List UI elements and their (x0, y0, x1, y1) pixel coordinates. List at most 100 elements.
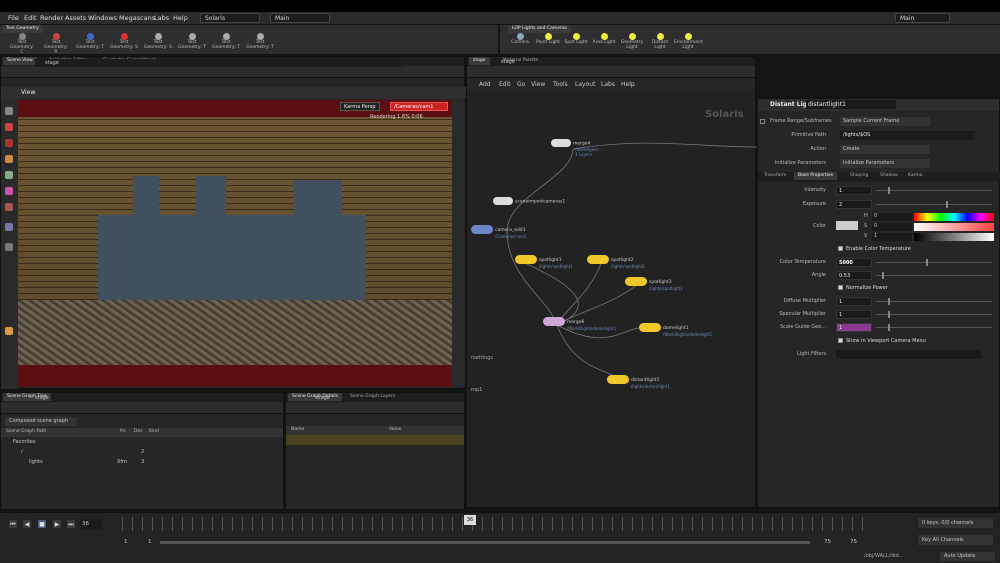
distant-light-node-icon[interactable] (607, 375, 629, 384)
node-rendersettings-label[interactable]: rsettings (471, 355, 493, 361)
start-frame[interactable]: 1 (124, 539, 128, 545)
playhead-marker[interactable]: 36 (464, 515, 476, 525)
tab-shadow[interactable]: Shadow (876, 172, 902, 180)
jump-start-icon[interactable]: ⏮ (8, 519, 18, 529)
stop-icon[interactable]: ■ (37, 519, 47, 529)
shelf-tool-environment-light[interactable]: Environment Light (674, 33, 703, 51)
node-distant-light[interactable]: distantlight1/lights/distantlight1 (607, 375, 670, 389)
shelf-tool-test-geometry[interactable]: Test Geometry: T (76, 33, 104, 51)
shelf-tool-geometry-light[interactable]: Geometry Light (618, 33, 646, 51)
snap-tool-icon[interactable] (5, 243, 13, 251)
transform-tool-icon[interactable] (5, 123, 13, 131)
tab-scene-graph-details[interactable]: Scene Graph Details (288, 393, 342, 401)
select-tool-icon[interactable] (5, 107, 13, 115)
diffuse-slider[interactable] (876, 298, 992, 305)
scale-guide-slider[interactable] (876, 324, 992, 331)
node-spotlight[interactable]: spotlight2/lights/spotlight2 (587, 255, 645, 269)
spotlight-node-icon[interactable] (587, 255, 609, 264)
sgt-path[interactable]: stage (35, 395, 49, 401)
exposure-slider[interactable] (876, 201, 992, 208)
tab-scene-view[interactable]: Scene View (3, 57, 37, 65)
end-frame[interactable]: 75 (850, 539, 857, 545)
step-back-icon[interactable]: ◀ (22, 519, 32, 529)
shelf-tool-test-geometry[interactable]: Test Geometry: T (178, 33, 206, 51)
light-filters-field[interactable] (836, 350, 981, 359)
auto-update-select[interactable]: Auto Update (940, 552, 995, 561)
shelf-tool-spot-light[interactable]: Spot Light (562, 33, 590, 46)
tab-transform[interactable]: Transform (760, 172, 790, 180)
camera-menu[interactable]: /Cameras/cam1 (390, 102, 448, 111)
node-spotlight[interactable]: spotlight3/lights/spotlight3 (625, 277, 683, 291)
shelf-tool-test-geometry[interactable]: Test Geometry: T (212, 33, 240, 51)
angle-field[interactable]: 0.53 (836, 271, 872, 280)
scene-tool-icon[interactable] (5, 327, 13, 335)
menu-edit[interactable]: Edit (24, 14, 37, 22)
initialize-select[interactable]: Initialize Parameters (840, 159, 930, 168)
diffuse-field[interactable]: 1 (836, 297, 872, 306)
hue-slider[interactable] (914, 213, 994, 221)
specular-field[interactable]: 1 (836, 310, 872, 319)
merge-node-icon[interactable] (543, 317, 565, 326)
current-frame-field[interactable]: 36 (80, 519, 102, 529)
shelf-tool-area-light[interactable]: Area Light (590, 33, 618, 46)
spotlight-node-icon[interactable] (625, 277, 647, 286)
show-viewport-checkbox[interactable] (838, 338, 843, 343)
intensity-field[interactable]: 1 (836, 186, 872, 195)
renderer-menu[interactable]: Karma Persp (340, 102, 380, 111)
menu-megascans[interactable]: Megascans (119, 14, 155, 22)
node-spotlight[interactable]: spotlight1/lights/spotlight1 (515, 255, 573, 269)
tab-scene-graph-layers[interactable]: Scene Graph Layers (346, 393, 399, 401)
menu-windows[interactable]: Windows (88, 14, 117, 22)
tab-karma[interactable]: Karma (904, 172, 927, 180)
scale-tool-icon[interactable] (5, 155, 13, 163)
view-tool-icon[interactable] (5, 203, 13, 211)
menu-render[interactable]: Render (40, 14, 63, 22)
shelf-tool-test-geometry[interactable]: Test Geometry: T (246, 33, 274, 51)
shelf-tool-test-geometry[interactable]: Test Geometry: C (8, 33, 36, 56)
shelf-tab-lop-lights[interactable]: LOP Lights and Cameras (508, 25, 571, 33)
node-dome-light[interactable]: domelight1/World/lights/domelight1 (639, 323, 712, 337)
menu-assets[interactable]: Assets (65, 14, 86, 22)
light-tool-icon[interactable] (5, 187, 13, 195)
rotate-tool-icon[interactable] (5, 139, 13, 147)
scene-graph-row[interactable]: Favorites (1, 437, 283, 447)
color-swatch[interactable] (836, 221, 858, 230)
menu-help[interactable]: Help (173, 14, 188, 22)
timeline-ruler[interactable] (122, 517, 866, 531)
menu-labs[interactable]: Labs (154, 14, 169, 22)
primitive-path-field[interactable]: /lights/$OS (840, 131, 975, 140)
node-rop-label[interactable]: rop1 (471, 387, 482, 393)
angle-slider[interactable] (876, 272, 992, 279)
scene-graph-row[interactable]: /2 (1, 447, 283, 457)
render-viewport[interactable]: Karma Persp /Cameras/cam1 Rendering 1.6%… (18, 100, 452, 387)
color-temp-slider[interactable] (876, 259, 992, 266)
shelf-tool-test-geometry[interactable]: Test Geometry: R (42, 33, 70, 56)
right-desktop-select[interactable]: Main (895, 13, 950, 23)
camera-tool-icon[interactable] (5, 223, 13, 231)
enable-temp-checkbox[interactable] (838, 246, 843, 251)
frame-range-expand-icon[interactable] (760, 119, 765, 124)
shelf-tool-point-light[interactable]: Point Light (534, 33, 562, 46)
handle-tool-icon[interactable] (5, 171, 13, 179)
scene-graph-mode-select[interactable]: Composed scene graph (5, 417, 77, 426)
normalize-checkbox[interactable] (838, 285, 843, 290)
dome-light-node-icon[interactable] (639, 323, 661, 332)
menu-file[interactable]: File (8, 14, 19, 22)
range-slider[interactable] (160, 541, 810, 544)
saturation-slider[interactable] (914, 223, 994, 231)
camera-edit-node-icon[interactable] (471, 225, 493, 234)
spotlight-node-icon[interactable] (515, 255, 537, 264)
key-all-channels-button[interactable]: Key All Channels (918, 535, 993, 545)
scene-import-node-icon[interactable] (493, 197, 513, 205)
jump-end-icon[interactable]: ⏭ (66, 519, 76, 529)
stage-path[interactable]: stage (35, 59, 403, 67)
sgd-path[interactable]: stage (316, 395, 330, 401)
tab-base-properties[interactable]: Base Properties (794, 172, 838, 180)
node-merge[interactable]: merge6/World/lights/domelight1 (543, 317, 616, 331)
node-scene-import[interactable]: sceneimportcameras1 (493, 197, 565, 205)
shelf-tool-test-geometry[interactable]: Test Geometry: S (144, 33, 172, 51)
exposure-field[interactable]: 2 (836, 200, 872, 209)
action-select[interactable]: Create (840, 145, 930, 154)
scene-graph-row[interactable]: lights Xfm 3 (1, 457, 283, 467)
specular-slider[interactable] (876, 311, 992, 318)
